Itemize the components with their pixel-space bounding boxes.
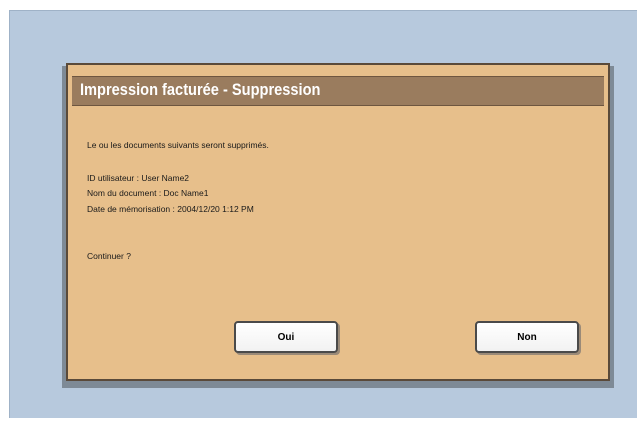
dialog-title-bar: Impression facturée - Suppression <box>72 76 604 106</box>
yes-button[interactable]: Oui <box>234 321 338 353</box>
document-name-line: Nom du document : Doc Name1 <box>87 188 209 198</box>
screen-background: Impression facturée - Suppression Le ou … <box>9 10 637 418</box>
dialog-title: Impression facturée - Suppression <box>80 80 321 99</box>
confirm-delete-dialog: Impression facturée - Suppression Le ou … <box>66 63 610 381</box>
user-id-line: ID utilisateur : User Name2 <box>87 173 190 183</box>
delete-message: Le ou les documents suivants seront supp… <box>87 140 269 150</box>
storage-date-line: Date de mémorisation : 2004/12/20 1:12 P… <box>87 204 254 214</box>
confirm-prompt: Continuer ? <box>87 251 131 261</box>
no-button[interactable]: Non <box>475 321 579 353</box>
